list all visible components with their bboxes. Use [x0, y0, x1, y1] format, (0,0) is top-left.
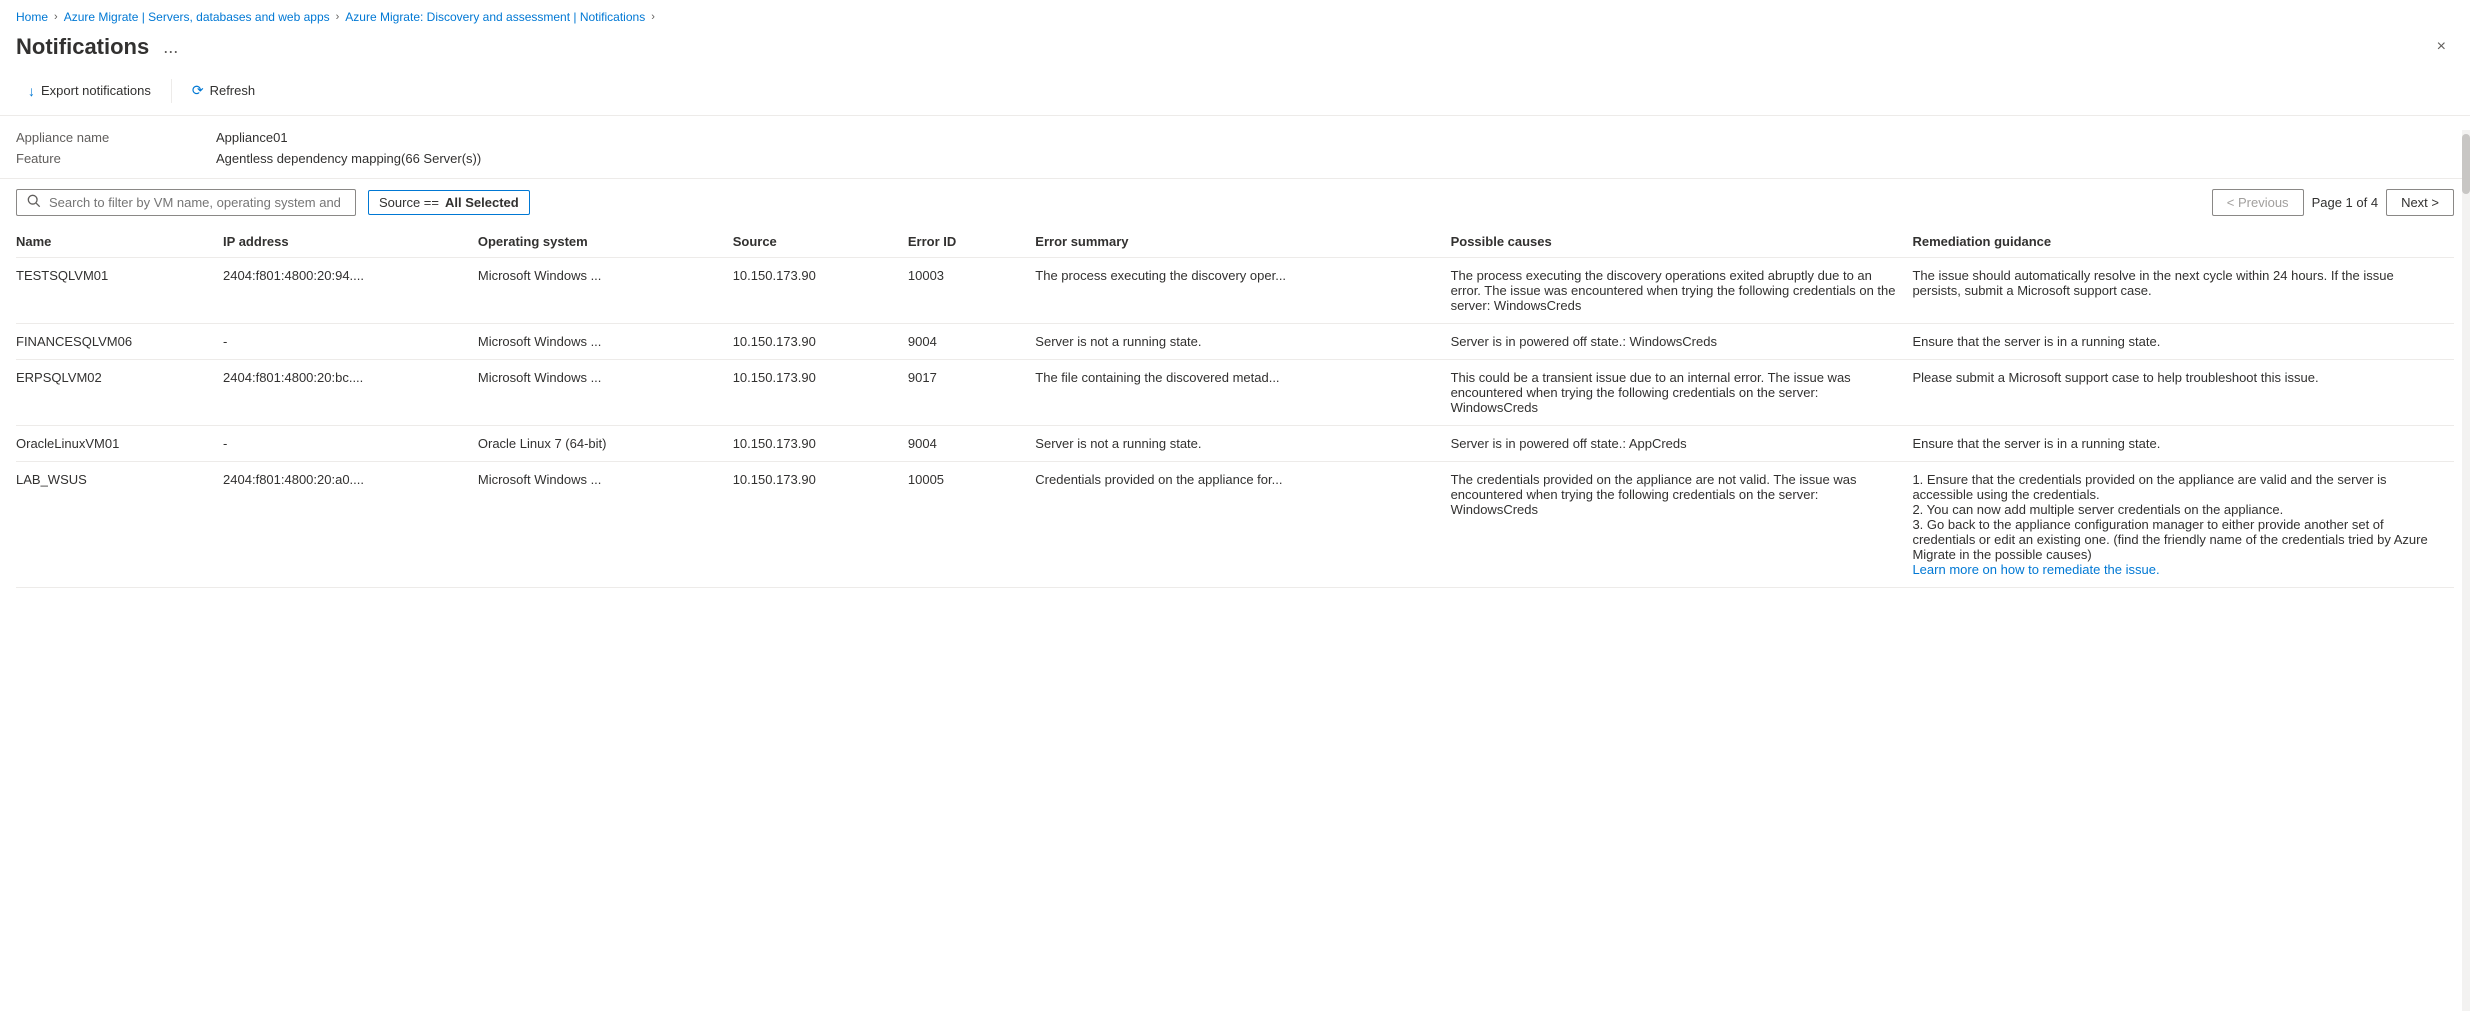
- feature-value: Agentless dependency mapping(66 Server(s…: [216, 151, 2454, 166]
- breadcrumb: Home › Azure Migrate | Servers, database…: [0, 0, 2470, 28]
- cell-os: Microsoft Windows ...: [478, 360, 733, 426]
- feature-label: Feature: [16, 151, 216, 166]
- col-header-source: Source: [733, 226, 908, 258]
- cell-remediation: 1. Ensure that the credentials provided …: [1912, 462, 2454, 588]
- breadcrumb-migrate[interactable]: Azure Migrate | Servers, databases and w…: [64, 10, 330, 24]
- export-label: Export notifications: [41, 83, 151, 98]
- filter-tag-prefix: Source ==: [379, 195, 439, 210]
- cell-remediation: Ensure that the server is in a running s…: [1912, 426, 2454, 462]
- cell-name: TESTSQLVM01: [16, 258, 223, 324]
- search-input[interactable]: [49, 195, 345, 210]
- breadcrumb-sep-2: ›: [336, 11, 340, 23]
- cell-errorid: 9017: [908, 360, 1035, 426]
- cell-errorid: 10005: [908, 462, 1035, 588]
- appliance-label: Appliance name: [16, 130, 216, 145]
- cell-source: 10.150.173.90: [733, 360, 908, 426]
- notifications-table-container: Name IP address Operating system Source …: [0, 226, 2470, 588]
- export-notifications-button[interactable]: ↓ Export notifications: [16, 77, 163, 105]
- download-icon: ↓: [28, 83, 35, 99]
- cell-errorsum: Server is not a running state.: [1035, 324, 1450, 360]
- cell-ip: 2404:f801:4800:20:bc....: [223, 360, 478, 426]
- ellipsis-menu[interactable]: ...: [157, 35, 184, 60]
- table-header: Name IP address Operating system Source …: [16, 226, 2454, 258]
- cell-source: 10.150.173.90: [733, 324, 908, 360]
- col-header-errorsum: Error summary: [1035, 226, 1450, 258]
- col-header-ip: IP address: [223, 226, 478, 258]
- cell-name: OracleLinuxVM01: [16, 426, 223, 462]
- breadcrumb-home[interactable]: Home: [16, 10, 48, 24]
- filter-bar: Source == All Selected < Previous Page 1…: [0, 179, 2470, 226]
- cell-errorsum: The file containing the discovered metad…: [1035, 360, 1450, 426]
- cell-remediation: The issue should automatically resolve i…: [1912, 258, 2454, 324]
- scrollbar-thumb[interactable]: [2462, 134, 2470, 194]
- table-row: OracleLinuxVM01-Oracle Linux 7 (64-bit)1…: [16, 426, 2454, 462]
- table-body: TESTSQLVM012404:f801:4800:20:94....Micro…: [16, 258, 2454, 588]
- cell-errorsum: Server is not a running state.: [1035, 426, 1450, 462]
- source-filter-tag[interactable]: Source == All Selected: [368, 190, 530, 215]
- cell-causes: This could be a transient issue due to a…: [1451, 360, 1913, 426]
- cell-ip: 2404:f801:4800:20:94....: [223, 258, 478, 324]
- cell-os: Microsoft Windows ...: [478, 324, 733, 360]
- cell-os: Microsoft Windows ...: [478, 462, 733, 588]
- search-icon: [27, 194, 41, 211]
- col-header-errorid: Error ID: [908, 226, 1035, 258]
- page-title: Notifications: [16, 34, 149, 60]
- refresh-icon: ⟳: [192, 82, 204, 99]
- filter-tag-value: All Selected: [445, 195, 519, 210]
- cell-causes: The process executing the discovery oper…: [1451, 258, 1913, 324]
- cell-causes: The credentials provided on the applianc…: [1451, 462, 1913, 588]
- page-info: Page 1 of 4: [2312, 195, 2379, 210]
- cell-os: Oracle Linux 7 (64-bit): [478, 426, 733, 462]
- col-header-causes: Possible causes: [1451, 226, 1913, 258]
- learn-more-link[interactable]: Learn more on how to remediate the issue…: [1912, 562, 2159, 577]
- cell-ip: -: [223, 324, 478, 360]
- cell-os: Microsoft Windows ...: [478, 258, 733, 324]
- filter-left: Source == All Selected: [16, 189, 530, 216]
- next-button[interactable]: Next >: [2386, 189, 2454, 216]
- cell-remediation: Please submit a Microsoft support case t…: [1912, 360, 2454, 426]
- cell-causes: Server is in powered off state.: Windows…: [1451, 324, 1913, 360]
- cell-ip: -: [223, 426, 478, 462]
- col-header-os: Operating system: [478, 226, 733, 258]
- cell-name: FINANCESQLVM06: [16, 324, 223, 360]
- table-row: LAB_WSUS2404:f801:4800:20:a0....Microsof…: [16, 462, 2454, 588]
- cell-name: LAB_WSUS: [16, 462, 223, 588]
- breadcrumb-sep-1: ›: [54, 11, 58, 23]
- table-row: TESTSQLVM012404:f801:4800:20:94....Micro…: [16, 258, 2454, 324]
- col-header-remediation: Remediation guidance: [1912, 226, 2454, 258]
- info-section: Appliance name Appliance01 Feature Agent…: [0, 116, 2470, 179]
- search-box[interactable]: [16, 189, 356, 216]
- col-header-name: Name: [16, 226, 223, 258]
- page-header: Notifications ... ×: [0, 28, 2470, 70]
- cell-remediation: Ensure that the server is in a running s…: [1912, 324, 2454, 360]
- scrollbar-track[interactable]: [2462, 130, 2470, 1011]
- cell-ip: 2404:f801:4800:20:a0....: [223, 462, 478, 588]
- appliance-value: Appliance01: [216, 130, 2454, 145]
- pagination: < Previous Page 1 of 4 Next >: [2212, 189, 2454, 216]
- cell-source: 10.150.173.90: [733, 462, 908, 588]
- breadcrumb-notifications[interactable]: Azure Migrate: Discovery and assessment …: [345, 10, 645, 24]
- cell-errorsum: Credentials provided on the appliance fo…: [1035, 462, 1450, 588]
- notifications-table: Name IP address Operating system Source …: [16, 226, 2454, 588]
- refresh-label: Refresh: [210, 83, 256, 98]
- cell-errorid: 10003: [908, 258, 1035, 324]
- close-button[interactable]: ×: [2429, 34, 2454, 60]
- table-row: FINANCESQLVM06-Microsoft Windows ...10.1…: [16, 324, 2454, 360]
- refresh-button[interactable]: ⟳ Refresh: [180, 76, 267, 105]
- cell-errorsum: The process executing the discovery oper…: [1035, 258, 1450, 324]
- header-left: Notifications ...: [16, 34, 184, 60]
- toolbar-divider: [171, 79, 172, 103]
- cell-name: ERPSQLVM02: [16, 360, 223, 426]
- cell-source: 10.150.173.90: [733, 258, 908, 324]
- table-row: ERPSQLVM022404:f801:4800:20:bc....Micros…: [16, 360, 2454, 426]
- breadcrumb-sep-3: ›: [651, 11, 655, 23]
- cell-causes: Server is in powered off state.: AppCred…: [1451, 426, 1913, 462]
- cell-source: 10.150.173.90: [733, 426, 908, 462]
- toolbar: ↓ Export notifications ⟳ Refresh: [0, 70, 2470, 116]
- cell-errorid: 9004: [908, 324, 1035, 360]
- cell-errorid: 9004: [908, 426, 1035, 462]
- previous-button[interactable]: < Previous: [2212, 189, 2304, 216]
